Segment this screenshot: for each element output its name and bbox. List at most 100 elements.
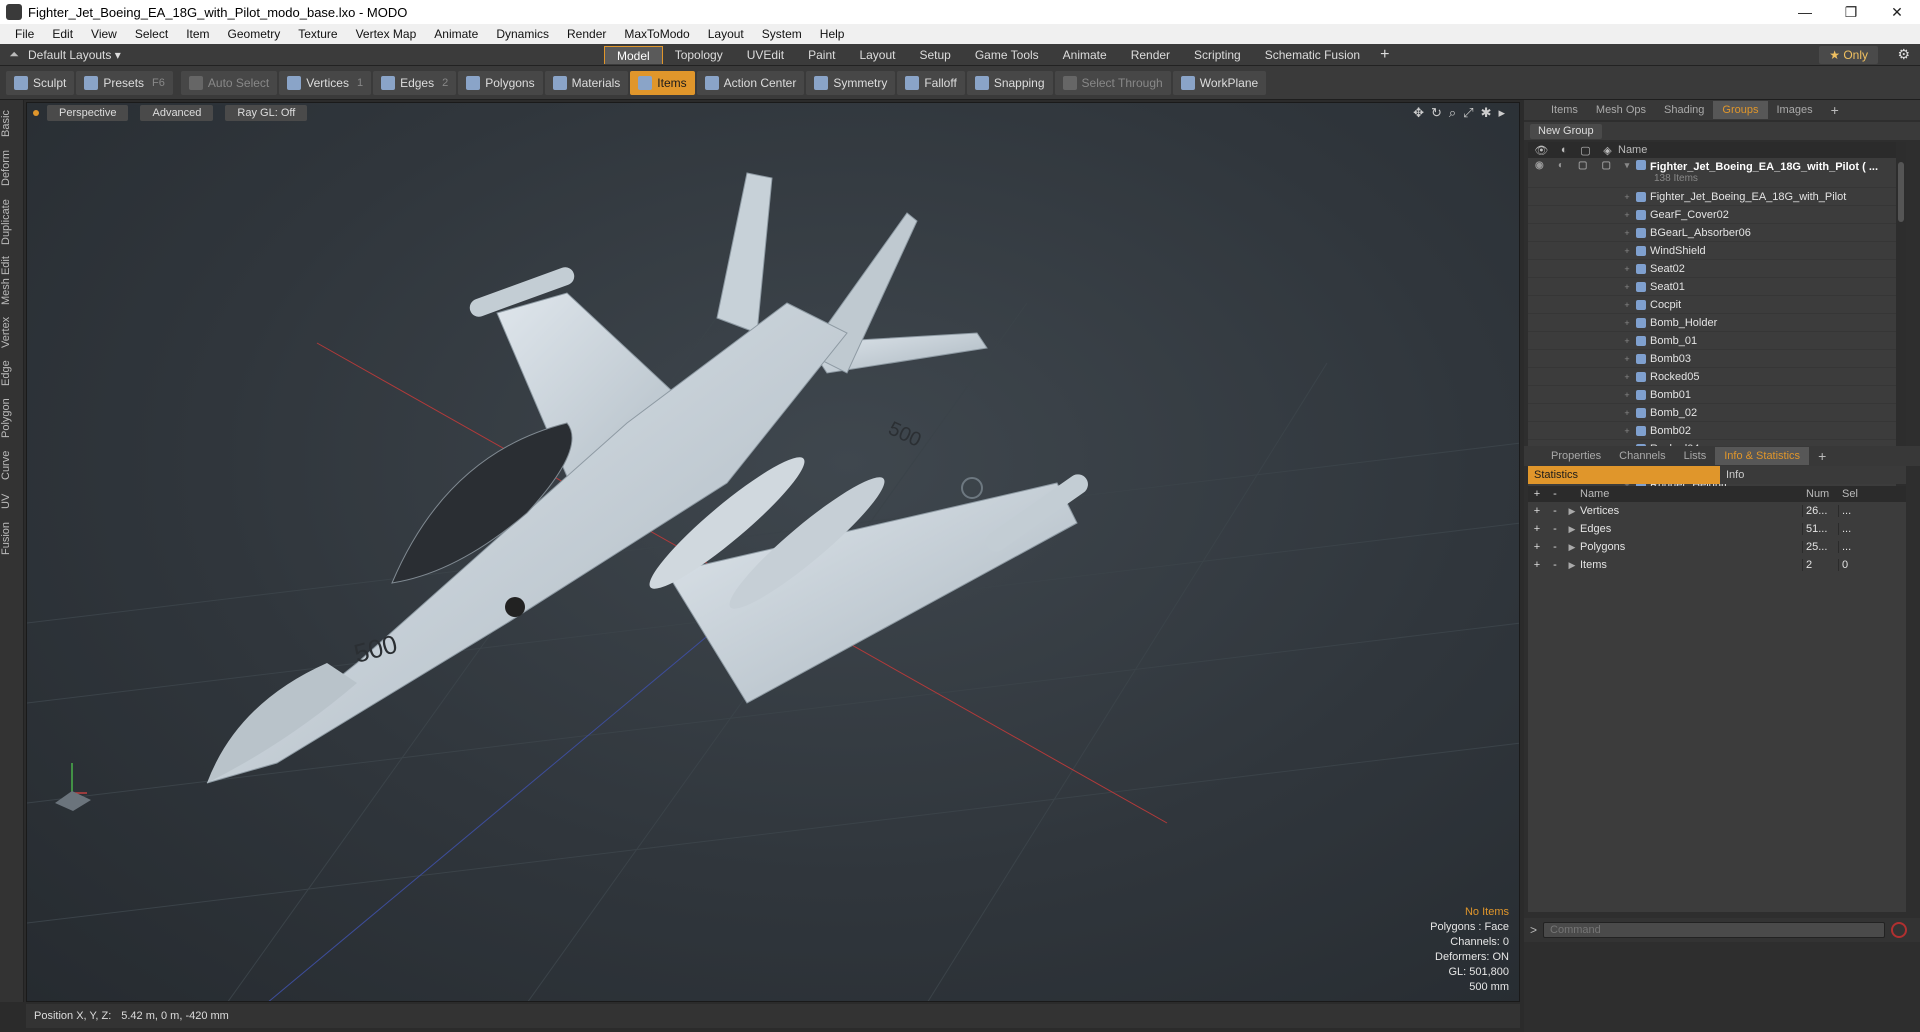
visibility-toggle[interactable]: ◉: [1535, 160, 1544, 171]
expand-icon[interactable]: +: [1618, 228, 1636, 238]
settings-icon[interactable]: ✱: [1481, 105, 1492, 121]
menu-item[interactable]: Item: [177, 27, 218, 41]
edges-button[interactable]: Edges 2: [373, 70, 457, 95]
new-group-button[interactable]: New Group: [1530, 123, 1602, 139]
record-macro-icon[interactable]: [1891, 922, 1908, 938]
expand-icon[interactable]: ▶: [1564, 524, 1580, 535]
tab-mesh-ops[interactable]: Mesh Ops: [1587, 101, 1655, 119]
tab-setup[interactable]: Setup: [907, 46, 962, 64]
expand-icon[interactable]: +: [1618, 408, 1636, 418]
polygons-button[interactable]: Polygons: [458, 70, 543, 95]
tab-info-statistics[interactable]: Info & Statistics: [1715, 447, 1810, 465]
group-item-row[interactable]: + GearF_Cover02: [1528, 206, 1906, 224]
menu-render[interactable]: Render: [558, 27, 615, 41]
subtab-statistics[interactable]: Statistics: [1528, 466, 1720, 484]
menu-help[interactable]: Help: [811, 27, 854, 41]
expand-icon[interactable]: +: [1618, 210, 1636, 220]
tab-scripting[interactable]: Scripting: [1182, 46, 1253, 64]
collapse-icon[interactable]: ▾: [1618, 160, 1636, 171]
select-toggle[interactable]: ▢: [1602, 160, 1611, 171]
close-button[interactable]: ✕: [1874, 0, 1920, 24]
expand-icon[interactable]: +: [1618, 372, 1636, 382]
group-item-row[interactable]: + Seat01: [1528, 278, 1906, 296]
vtab-uv[interactable]: UV: [0, 488, 24, 514]
name-column-header[interactable]: Name: [1618, 144, 1647, 156]
subtab-info[interactable]: Info: [1720, 466, 1906, 484]
group-item-row[interactable]: + Seat02: [1528, 260, 1906, 278]
tab-animate[interactable]: Animate: [1051, 46, 1119, 64]
minimize-button[interactable]: —: [1782, 0, 1828, 24]
menu-texture[interactable]: Texture: [289, 27, 346, 41]
zoom-icon[interactable]: ⌕: [1449, 105, 1456, 121]
group-item-row[interactable]: + Bomb_Holder: [1528, 314, 1906, 332]
add-icon[interactable]: +: [1528, 523, 1546, 535]
collapse-all-icon[interactable]: -: [1546, 488, 1564, 500]
select-through-button[interactable]: Select Through: [1054, 70, 1171, 95]
tab-shading[interactable]: Shading: [1655, 101, 1713, 119]
menu-maxtomodo[interactable]: MaxToModo: [615, 27, 698, 41]
tab-model[interactable]: Model: [604, 46, 663, 64]
menu-select[interactable]: Select: [126, 27, 177, 41]
stat-row-vertices[interactable]: + - ▶ Vertices 26... ...: [1528, 502, 1906, 520]
group-item-row[interactable]: + Bomb01: [1528, 386, 1906, 404]
stat-row-items[interactable]: + - ▶ Items 2 0: [1528, 556, 1906, 574]
materials-button[interactable]: Materials: [544, 70, 629, 95]
expand-arrow-icon[interactable]: ▸: [1498, 105, 1505, 121]
snapping-button[interactable]: Snapping: [966, 70, 1053, 95]
workplane-button[interactable]: WorkPlane: [1172, 70, 1267, 95]
action-center-button[interactable]: Action Center: [696, 70, 805, 95]
fighter-jet-model[interactable]: 500 500: [206, 172, 1092, 784]
add-tab-button[interactable]: +: [1372, 46, 1397, 64]
vtab-deform[interactable]: Deform: [0, 146, 24, 190]
expand-icon[interactable]: ▶: [1564, 560, 1580, 571]
sculpt-button[interactable]: Sculpt: [6, 70, 75, 95]
vtab-mesh-edit[interactable]: Mesh Edit: [0, 254, 24, 308]
vertices-button[interactable]: Vertices 1: [279, 70, 372, 95]
stat-row-edges[interactable]: + - ▶ Edges 51... ...: [1528, 520, 1906, 538]
menu-file[interactable]: File: [6, 27, 43, 41]
expand-icon[interactable]: +: [1618, 426, 1636, 436]
render-toggle[interactable]: ◐: [1558, 160, 1564, 171]
expand-icon[interactable]: +: [1618, 300, 1636, 310]
expand-icon[interactable]: ▶: [1564, 542, 1580, 553]
tab-paint[interactable]: Paint: [796, 46, 847, 64]
viewport-menu-dot[interactable]: [33, 110, 39, 116]
tab-groups[interactable]: Groups: [1713, 101, 1768, 119]
auto-select-button[interactable]: Auto Select: [180, 70, 278, 95]
perspective-dropdown[interactable]: Perspective: [47, 105, 129, 121]
default-layouts-dropdown[interactable]: Default Layouts ▾: [28, 48, 131, 62]
presets-button[interactable]: Presets F6: [76, 70, 173, 95]
rotate-icon[interactable]: ↻: [1431, 105, 1442, 121]
only-button[interactable]: ★ Only: [1819, 46, 1878, 64]
menu-geometry[interactable]: Geometry: [219, 27, 290, 41]
lock-toggle[interactable]: ▢: [1578, 160, 1587, 171]
menu-layout[interactable]: Layout: [699, 27, 753, 41]
add-panel-tab-button[interactable]: +: [1822, 101, 1848, 119]
group-item-row[interactable]: + Cocpit: [1528, 296, 1906, 314]
expand-icon[interactable]: +: [1618, 246, 1636, 256]
add-icon[interactable]: +: [1528, 541, 1546, 553]
menu-vertex-map[interactable]: Vertex Map: [347, 27, 426, 41]
tab-layout[interactable]: Layout: [847, 46, 907, 64]
menu-system[interactable]: System: [753, 27, 811, 41]
group-item-row[interactable]: + Bomb03: [1528, 350, 1906, 368]
group-root-row[interactable]: ◉ ◐ ▢ ▢ ▾ Fighter_Jet_Boeing_EA_18G_with_Pi…: [1528, 158, 1906, 188]
vtab-duplicate[interactable]: Duplicate: [0, 194, 24, 250]
group-item-row[interactable]: + Bomb02: [1528, 422, 1906, 440]
tab-schematic-fusion[interactable]: Schematic Fusion: [1253, 46, 1372, 64]
remove-icon[interactable]: -: [1546, 559, 1564, 571]
tab-items[interactable]: Items: [1542, 101, 1587, 119]
vtab-polygon[interactable]: Polygon: [0, 394, 24, 442]
raygl-toggle[interactable]: Ray GL: Off: [225, 105, 308, 121]
tab-properties[interactable]: Properties: [1542, 447, 1610, 465]
menu-dynamics[interactable]: Dynamics: [487, 27, 558, 41]
expand-all-icon[interactable]: +: [1528, 488, 1546, 500]
expand-icon[interactable]: +: [1618, 264, 1636, 274]
layout-toggle-icon[interactable]: ⏶: [0, 47, 28, 62]
remove-icon[interactable]: -: [1546, 505, 1564, 517]
fit-icon[interactable]: ⤢: [1463, 105, 1473, 121]
tab-images[interactable]: Images: [1768, 101, 1822, 119]
group-item-row[interactable]: + Bomb_02: [1528, 404, 1906, 422]
tab-topology[interactable]: Topology: [663, 46, 735, 64]
tab-uvedit[interactable]: UVEdit: [735, 46, 796, 64]
